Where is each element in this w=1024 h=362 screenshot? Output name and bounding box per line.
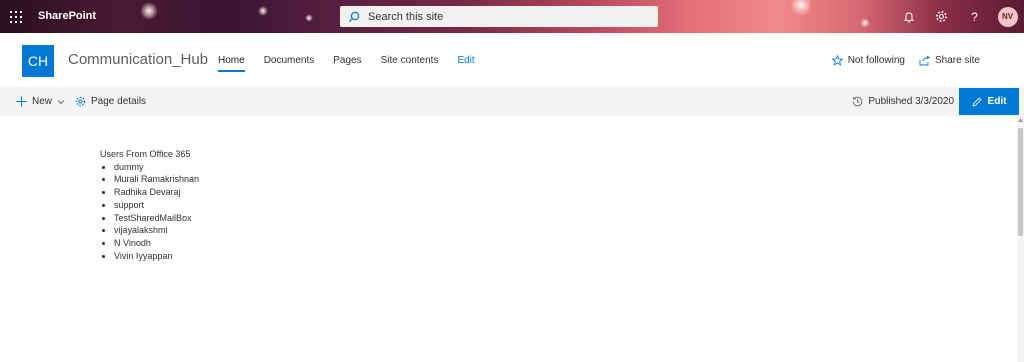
avatar: NV — [997, 6, 1018, 27]
new-label: New — [32, 96, 53, 107]
nav-documents[interactable]: Documents — [264, 55, 315, 73]
site-logo[interactable]: CH — [22, 45, 54, 77]
pencil-icon — [971, 96, 982, 107]
search-input[interactable] — [368, 10, 648, 23]
bell-icon — [903, 11, 914, 22]
background-star — [305, 14, 313, 22]
share-site-button[interactable]: Share site — [919, 55, 980, 66]
help-button[interactable]: ? — [958, 0, 991, 33]
nav-site-contents[interactable]: Site contents — [381, 55, 439, 73]
command-bar: New Page details Published 3/3/2020 Edit — [0, 87, 1024, 116]
users-heading: Users From Office 365 — [100, 149, 191, 159]
waffle-icon — [10, 10, 22, 23]
page-details-label: Page details — [91, 96, 147, 107]
share-site-label: Share site — [934, 55, 980, 66]
edit-label: Edit — [987, 96, 1007, 107]
list-item: TestSharedMailBox — [114, 212, 199, 225]
users-list: dummy Murali Ramakrishnan Radhika Devara… — [114, 161, 199, 263]
background-star — [790, 0, 812, 16]
list-item: N Vinodh — [114, 237, 199, 250]
follow-button[interactable]: Not following — [831, 55, 905, 66]
star-icon — [831, 55, 843, 66]
app-launcher-button[interactable] — [0, 0, 32, 33]
site-header: CH Communication_Hub Home Documents Page… — [0, 33, 1024, 87]
background-star — [258, 6, 268, 16]
page-details-button[interactable]: Page details — [75, 87, 146, 116]
share-icon — [919, 55, 930, 66]
background-star — [140, 2, 158, 20]
list-item: vijayalakshmi — [114, 224, 199, 237]
suite-bar-icons: ? NV — [892, 0, 1024, 33]
background-star — [860, 18, 870, 28]
help-icon: ? — [971, 9, 978, 24]
nav-edit-link[interactable]: Edit — [457, 55, 474, 73]
list-item: Vivin Iyyappan — [114, 250, 199, 263]
nav-pages[interactable]: Pages — [333, 55, 361, 73]
scroll-up-arrow[interactable] — [1017, 116, 1024, 124]
gear-icon — [75, 96, 86, 107]
suite-brand[interactable]: SharePoint — [38, 0, 96, 33]
caret-up-icon — [1018, 118, 1023, 122]
published-label: Published 3/3/2020 — [868, 96, 954, 107]
list-item: dummy — [114, 161, 199, 174]
site-navigation: Home Documents Pages Site contents Edit — [218, 55, 494, 73]
history-icon — [852, 96, 863, 107]
suite-bar: SharePoint ? NV — [0, 0, 1024, 33]
plus-icon — [16, 96, 27, 107]
edit-button[interactable]: Edit — [959, 88, 1019, 115]
list-item: Radhika Devaraj — [114, 186, 199, 199]
nav-home[interactable]: Home — [218, 55, 245, 73]
page-content: Users From Office 365 dummy Murali Ramak… — [100, 148, 199, 262]
site-title[interactable]: Communication_Hub — [68, 51, 208, 68]
account-button[interactable]: NV — [991, 0, 1024, 33]
published-status: Published 3/3/2020 — [852, 87, 954, 116]
list-item: Murali Ramakrishnan — [114, 173, 199, 186]
header-actions: Not following Share site — [818, 55, 980, 66]
notifications-button[interactable] — [892, 0, 925, 33]
site-search-box[interactable] — [340, 6, 658, 27]
gear-icon — [936, 11, 947, 22]
chevron-down-icon — [57, 99, 65, 104]
search-icon — [340, 6, 368, 27]
scrollbar-thumb[interactable] — [1018, 128, 1023, 236]
settings-button[interactable] — [925, 0, 958, 33]
new-button[interactable]: New — [16, 87, 70, 116]
follow-label: Not following — [847, 55, 905, 66]
list-item: support — [114, 199, 199, 212]
